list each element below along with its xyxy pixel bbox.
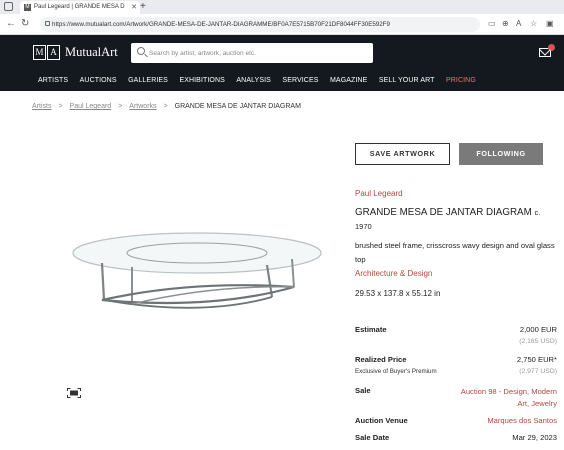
estimate-value: 2,000 EUR: [519, 325, 557, 334]
nav-auctions[interactable]: AUCTIONS: [80, 77, 117, 84]
artwork-category[interactable]: Architecture & Design: [355, 269, 432, 278]
auction-venue-label: Auction Venue: [355, 416, 408, 425]
favicon-icon: M: [24, 4, 31, 11]
site-header: M A MutualArt: [0, 35, 564, 70]
artwork-title-text: GRANDE MESA DE JANTAR DIAGRAM: [355, 207, 532, 218]
realized-price-label: Realized Price: [355, 355, 407, 364]
artwork-description: brushed steel frame, crisscross wavy des…: [355, 241, 555, 264]
breadcrumb-separator: >: [58, 103, 63, 110]
artwork-image[interactable]: [72, 225, 332, 330]
sale-date-row: Sale Date Mar 29, 2023: [355, 433, 557, 445]
logo-name: MutualArt: [65, 44, 118, 59]
tab-actions-icon[interactable]: [4, 2, 13, 11]
nav-analysis[interactable]: ANALYSIS: [236, 77, 271, 84]
breadcrumb-current: GRANDE MESA DE JANTAR DIAGRAM: [174, 103, 301, 110]
reload-icon[interactable]: ↻: [21, 18, 29, 30]
messages-icon[interactable]: [539, 44, 555, 57]
search-input[interactable]: [149, 43, 369, 63]
estimate-label: Estimate: [355, 325, 387, 334]
breadcrumb-separator: >: [118, 103, 123, 110]
nav-artists[interactable]: ARTISTS: [38, 77, 68, 84]
nav-services[interactable]: SERVICES: [282, 77, 318, 84]
breadcrumb-separator: >: [163, 103, 168, 110]
url-text: https://www.mutualart.com/Artwork/GRANDE…: [52, 21, 390, 28]
browser-tab-bar: M Paul Legeard | GRANDE MESA D ✕ +: [0, 0, 564, 14]
mutualart-logo[interactable]: M A MutualArt: [33, 44, 118, 60]
collections-icon[interactable]: ▣: [546, 19, 554, 29]
realized-price-value: 2,750 EUR*: [516, 355, 557, 364]
sale-label: Sale: [355, 386, 371, 395]
sale-link[interactable]: Auction 98 - Design, Modern Art, Jewelry: [461, 386, 557, 410]
nav-sell-your-art[interactable]: SELL YOUR ART: [379, 77, 435, 84]
breadcrumb: Artists > Paul Legeard > Artworks > GRANDE MES…: [32, 103, 301, 110]
close-tab-icon[interactable]: ✕: [131, 1, 137, 14]
nav-exhibitions[interactable]: EXHIBITIONS: [179, 77, 224, 84]
realized-price-usd: (2,977 USD): [519, 368, 557, 375]
nav-galleries[interactable]: GALLERIES: [128, 77, 168, 84]
search-icon: [137, 47, 145, 55]
buyers-premium-note: Exclusive of Buyer's Premium: [355, 368, 437, 375]
estimate-row: Estimate 2,000 EUR (2,165 USD): [355, 325, 557, 351]
auction-venue-link[interactable]: Marques dos Santos: [487, 416, 557, 425]
breadcrumb-artists[interactable]: Artists: [32, 103, 51, 110]
artist-name[interactable]: Paul Legeard: [355, 189, 403, 198]
browser-tab[interactable]: M Paul Legeard | GRANDE MESA D ✕: [20, 1, 140, 14]
sale-date-value: Mar 29, 2023: [512, 433, 557, 442]
tab-title: Paul Legeard | GRANDE MESA D: [34, 4, 125, 10]
realized-price-row: Realized Price 2,750 EUR* Exclusive of B…: [355, 355, 557, 381]
breadcrumb-artworks[interactable]: Artworks: [129, 103, 156, 110]
favorite-icon[interactable]: ☆: [530, 19, 537, 29]
sale-row: Sale Auction 98 - Design, Modern Art, Je…: [355, 386, 557, 412]
text-icon[interactable]: A: [516, 19, 521, 29]
auction-venue-row: Auction Venue Marques dos Santos: [355, 416, 557, 428]
sale-date-label: Sale Date: [355, 433, 390, 442]
lock-icon[interactable]: [45, 21, 50, 26]
sale-link-line-1: Auction 98 - Design, Modern: [460, 387, 557, 396]
artwork-dimensions: 29.53 x 137.8 x 55.12 in: [355, 289, 441, 298]
zoom-icon[interactable]: ⊕: [502, 19, 509, 29]
address-bar-row: ← ↻ https://www.mutualart.com/Artwork/GR…: [0, 14, 564, 35]
read-aloud-icon[interactable]: ▭: [488, 19, 496, 29]
save-artwork-button[interactable]: SAVE ARTWORK: [355, 143, 450, 165]
main-nav: ARTISTS AUCTIONS GALLERIES EXHIBITIONS A…: [0, 70, 564, 91]
logo-m: M: [33, 44, 46, 60]
back-icon[interactable]: ←: [6, 18, 16, 30]
artwork-title: GRANDE MESA DE JANTAR DIAGRAM c. 1970: [355, 206, 555, 234]
fullscreen-icon[interactable]: [67, 388, 81, 398]
nav-pricing[interactable]: PRICING: [446, 77, 476, 84]
url-field[interactable]: https://www.mutualart.com/Artwork/GRANDE…: [40, 17, 480, 32]
estimate-usd: (2,165 USD): [519, 338, 557, 345]
notification-dot: [548, 44, 555, 51]
new-tab-button[interactable]: +: [140, 0, 146, 14]
sale-link-line-2: Art, Jewelry: [517, 399, 557, 408]
logo-a: A: [47, 44, 60, 60]
nav-magazine[interactable]: MAGAZINE: [330, 77, 367, 84]
following-button[interactable]: FOLLOWING: [459, 143, 543, 165]
search-box: [131, 43, 373, 63]
breadcrumb-artist[interactable]: Paul Legeard: [70, 103, 112, 110]
